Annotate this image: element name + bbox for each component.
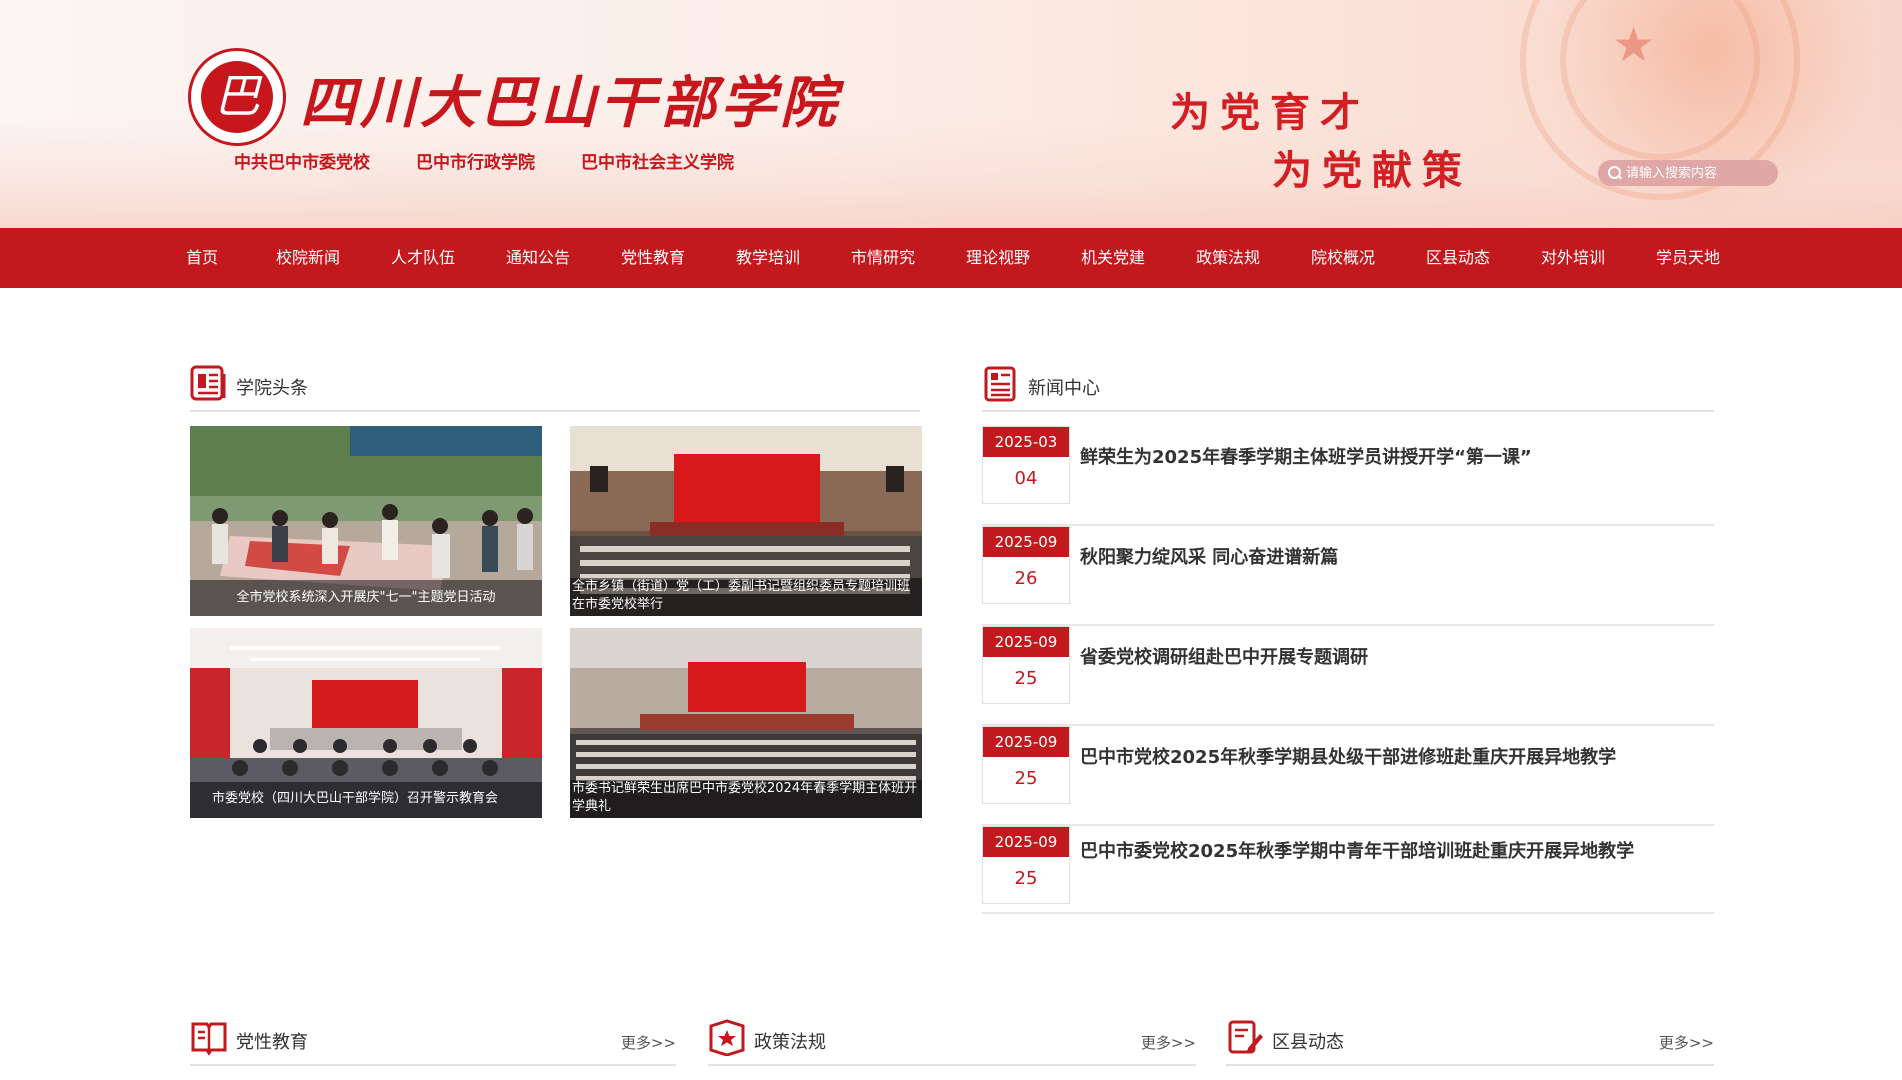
news-date-day: 26 bbox=[1014, 568, 1038, 589]
county-news-title[interactable]: 区县动态 bbox=[1272, 1028, 1344, 1054]
policy-more-link[interactable]: 更多>> bbox=[1141, 1032, 1196, 1053]
county-news-more-link[interactable]: 更多>> bbox=[1659, 1032, 1714, 1053]
news-date-day: 04 bbox=[1014, 468, 1038, 489]
headlines-title[interactable]: 学院头条 bbox=[236, 374, 308, 400]
party-education-title[interactable]: 党性教育 bbox=[236, 1028, 308, 1054]
affiliate-link-socialism-college[interactable]: 巴中市社会主义学院 bbox=[581, 148, 734, 173]
headline-photo[interactable]: 全市党校系统深入开展庆"七一"主题党日活动 bbox=[190, 426, 542, 616]
news-center-title[interactable]: 新闻中心 bbox=[1028, 374, 1100, 400]
star-book-icon bbox=[709, 1019, 745, 1056]
news-list-item[interactable]: 2025-09 25 巴中市党校2025年秋季学期县处级干部进修班赴重庆开展异地… bbox=[982, 726, 1714, 826]
star-icon: ★ bbox=[1612, 17, 1656, 73]
news-list-item[interactable]: 2025-03 04 鲜荣生为2025年春季学期主体班学员讲授开学“第一课” bbox=[982, 426, 1714, 526]
headline-photo[interactable]: 市委党校（四川大巴山干部学院）召开警示教育会 bbox=[190, 628, 542, 818]
nav-item-county-news[interactable]: 区县动态 bbox=[1426, 228, 1541, 288]
news-date: 2025-03 04 bbox=[982, 426, 1070, 504]
nav-item-about[interactable]: 院校概况 bbox=[1311, 228, 1426, 288]
news-list-item[interactable]: 2025-09 25 省委党校调研组赴巴中开展专题调研 bbox=[982, 626, 1714, 726]
nav-item-party-building[interactable]: 机关党建 bbox=[1081, 228, 1196, 288]
policy-title[interactable]: 政策法规 bbox=[754, 1028, 826, 1054]
news-title-link[interactable]: 巴中市党校2025年秋季学期县处级干部进修班赴重庆开展异地教学 bbox=[1080, 748, 1710, 768]
nav-item-policy[interactable]: 政策法规 bbox=[1196, 228, 1311, 288]
nav-item-talent[interactable]: 人才队伍 bbox=[391, 228, 506, 288]
open-book-icon bbox=[191, 1022, 227, 1056]
headline-photo[interactable]: 全市乡镇（街道）党（工）委副书记暨组织委员专题培训班在市委党校举行 bbox=[570, 426, 922, 616]
search-input[interactable] bbox=[1626, 165, 1766, 181]
affiliate-link-admin-college[interactable]: 巴中市行政学院 bbox=[416, 148, 535, 173]
news-date: 2025-09 25 bbox=[982, 826, 1070, 904]
news-date-month: 2025-09 bbox=[983, 827, 1069, 857]
news-date-month: 2025-03 bbox=[983, 427, 1069, 457]
headlines-header: 学院头条 bbox=[190, 360, 920, 412]
newspaper-icon bbox=[190, 365, 226, 401]
nav-item-city-research[interactable]: 市情研究 bbox=[851, 228, 966, 288]
slogan-line-2: 为党献策 bbox=[1272, 148, 1472, 194]
nav-item-notices[interactable]: 通知公告 bbox=[506, 228, 621, 288]
edit-document-icon bbox=[1228, 1020, 1263, 1054]
news-date-day: 25 bbox=[1014, 768, 1038, 789]
nav-item-students[interactable]: 学员天地 bbox=[1656, 228, 1746, 288]
slogan-line-1: 为党育才 bbox=[1170, 90, 1370, 136]
news-list-item[interactable]: 2025-09 26 秋阳聚力绽风采 同心奋进谱新篇 bbox=[982, 526, 1714, 626]
nav-item-teaching[interactable]: 教学培训 bbox=[736, 228, 851, 288]
school-logo[interactable]: 巴 bbox=[188, 48, 286, 146]
photo-caption[interactable]: 市委书记鲜荣生出席巴中市委党校2024年春季学期主体班开学典礼 bbox=[570, 780, 922, 818]
news-center-header: 新闻中心 bbox=[982, 360, 1714, 412]
news-date: 2025-09 26 bbox=[982, 526, 1070, 604]
news-title-link[interactable]: 省委党校调研组赴巴中开展专题调研 bbox=[1080, 648, 1710, 668]
search-box[interactable] bbox=[1598, 160, 1778, 186]
nav-item-home[interactable]: 首页 bbox=[186, 228, 276, 288]
site-title[interactable]: 四川大巴山干部学院 bbox=[300, 58, 840, 139]
affiliate-link-party-school[interactable]: 中共巴中市委党校 bbox=[234, 148, 370, 173]
search-icon[interactable] bbox=[1608, 166, 1622, 180]
news-date-day: 25 bbox=[1014, 868, 1038, 889]
nav-item-external-training[interactable]: 对外培训 bbox=[1541, 228, 1656, 288]
party-education-header: 党性教育 更多>> bbox=[190, 1014, 676, 1066]
county-news-header: 区县动态 更多>> bbox=[1226, 1014, 1714, 1066]
photo-caption[interactable]: 全市党校系统深入开展庆"七一"主题党日活动 bbox=[190, 580, 542, 616]
photo-caption[interactable]: 市委党校（四川大巴山干部学院）召开警示教育会 bbox=[190, 782, 542, 818]
policy-header: 政策法规 更多>> bbox=[708, 1014, 1196, 1066]
nav-item-theory[interactable]: 理论视野 bbox=[966, 228, 1081, 288]
main-nav: 首页 校院新闻 人才队伍 通知公告 党性教育 教学培训 市情研究 理论视野 机关… bbox=[0, 228, 1902, 288]
site-header: ★ 巴 四川大巴山干部学院 中共巴中市委党校 巴中市行政学院 巴中市社会主义学院… bbox=[0, 0, 1902, 228]
news-title-link[interactable]: 秋阳聚力绽风采 同心奋进谱新篇 bbox=[1080, 548, 1710, 568]
news-date-day: 25 bbox=[1014, 668, 1038, 689]
news-date-month: 2025-09 bbox=[983, 727, 1069, 757]
news-list-icon bbox=[984, 366, 1016, 402]
news-title-link[interactable]: 鲜荣生为2025年春季学期主体班学员讲授开学“第一课” bbox=[1080, 448, 1710, 468]
logo-emblem: 巴 bbox=[201, 61, 273, 133]
news-title-link[interactable]: 巴中市委党校2025年秋季学期中青年干部培训班赴重庆开展异地教学 bbox=[1080, 842, 1710, 862]
news-date-month: 2025-09 bbox=[983, 627, 1069, 657]
photo-caption[interactable]: 全市乡镇（街道）党（工）委副书记暨组织委员专题培训班在市委党校举行 bbox=[570, 578, 922, 616]
party-education-more-link[interactable]: 更多>> bbox=[621, 1032, 676, 1053]
affiliate-links: 中共巴中市委党校 巴中市行政学院 巴中市社会主义学院 bbox=[234, 148, 734, 173]
headline-photo[interactable]: 市委书记鲜荣生出席巴中市委党校2024年春季学期主体班开学典礼 bbox=[570, 628, 922, 818]
news-date-month: 2025-09 bbox=[983, 527, 1069, 557]
news-list-item[interactable]: 2025-09 25 巴中市委党校2025年秋季学期中青年干部培训班赴重庆开展异… bbox=[982, 826, 1714, 914]
news-date: 2025-09 25 bbox=[982, 726, 1070, 804]
nav-item-party-education[interactable]: 党性教育 bbox=[621, 228, 736, 288]
news-date: 2025-09 25 bbox=[982, 626, 1070, 704]
nav-item-news[interactable]: 校院新闻 bbox=[276, 228, 391, 288]
